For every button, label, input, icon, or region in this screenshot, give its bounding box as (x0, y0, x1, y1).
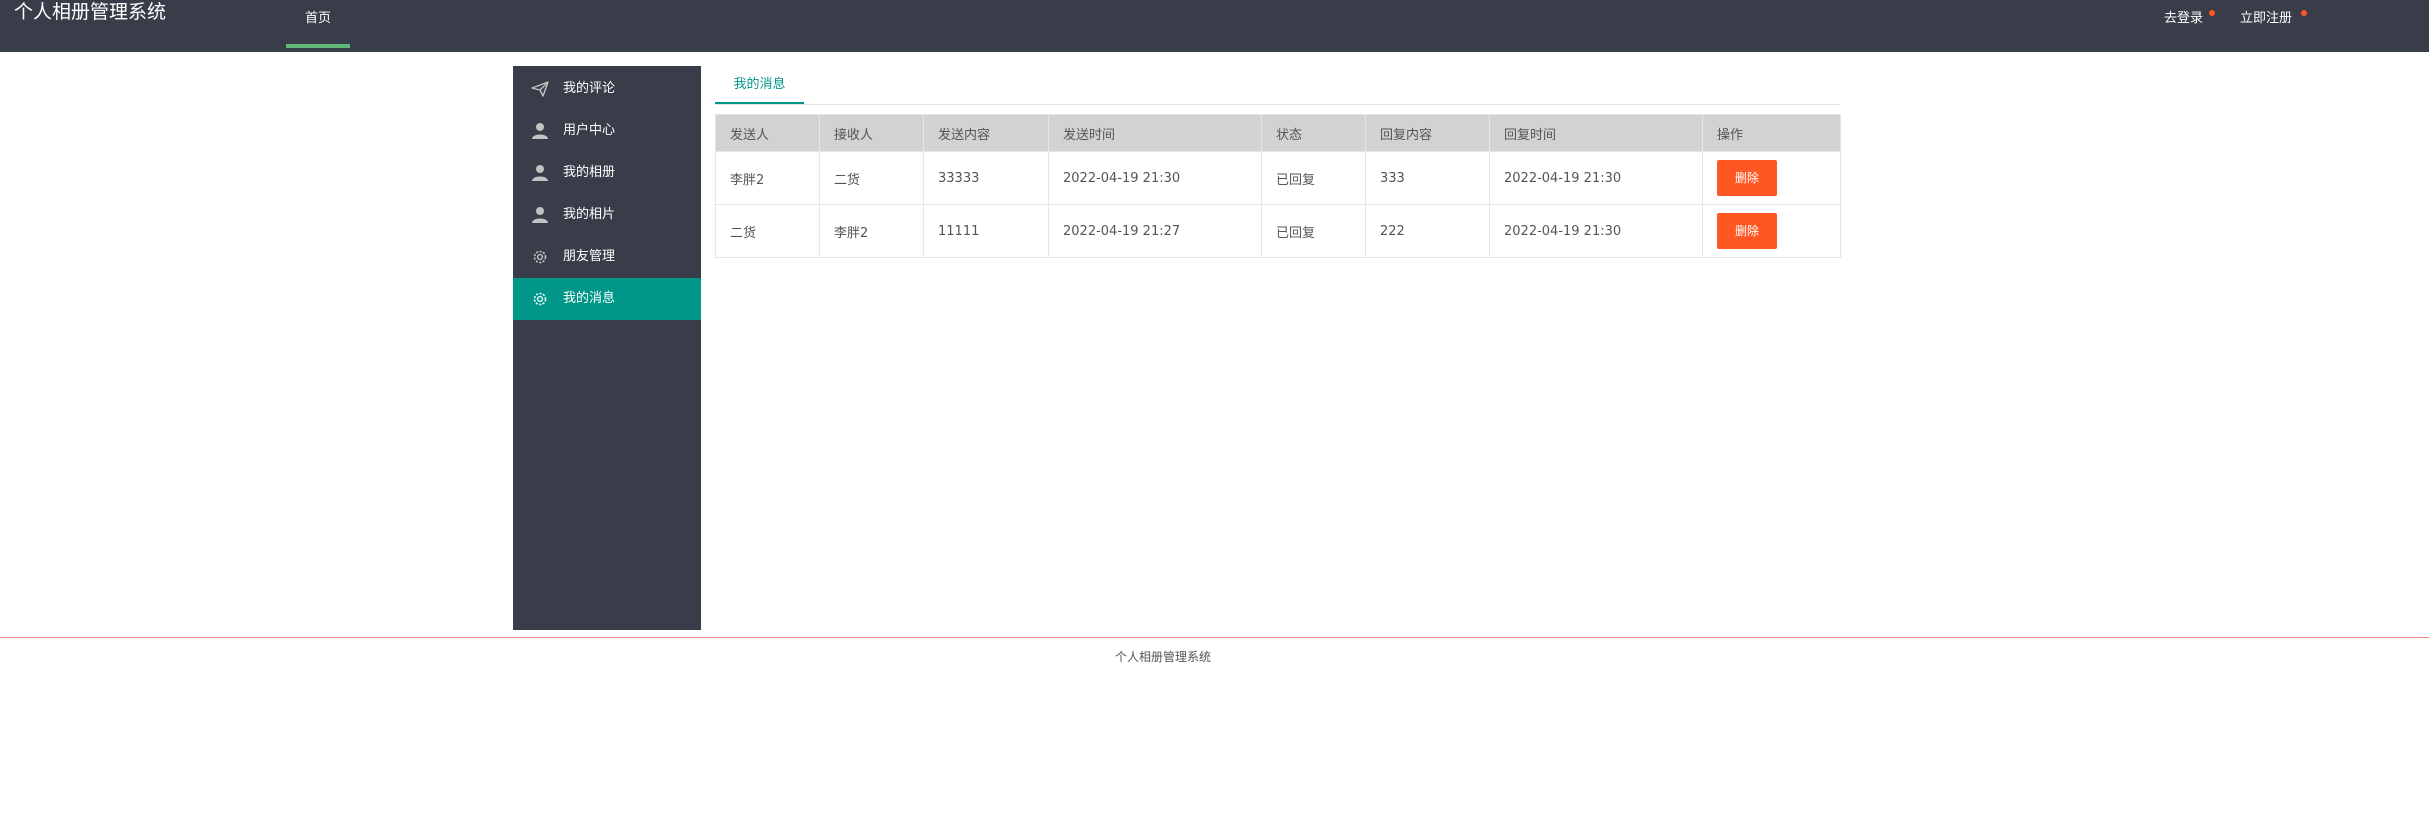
sidebar-item-friend-management[interactable]: 朋友管理 (513, 236, 701, 278)
footer-text: 个人相册管理系统 (1114, 650, 1211, 664)
cell-status: 已回复 (1261, 151, 1366, 205)
cell-reply: 222 (1365, 204, 1490, 258)
cell-action: 删除 (1702, 151, 1841, 205)
nav-active-indicator (286, 44, 350, 48)
cell-reply: 333 (1365, 151, 1490, 205)
cell-send-time: 2022-04-19 21:30 (1048, 151, 1262, 205)
cell-send-time: 2022-04-19 21:27 (1048, 204, 1262, 258)
column-header-reply: 回复内容 (1365, 114, 1490, 152)
cell-sender: 二货 (715, 204, 820, 258)
column-header-status: 状态 (1261, 114, 1366, 152)
user-icon (531, 122, 549, 140)
login-link[interactable]: 去登录 (2164, 0, 2203, 40)
sidebar-item-label: 朋友管理 (563, 249, 616, 264)
sidebar-item-my-photos[interactable]: 我的相片 (513, 194, 701, 236)
table-header-row: 发送人 接收人 发送内容 发送时间 状态 回复内容 回复时间 操作 (715, 114, 1841, 152)
tab-my-messages[interactable]: 我的消息 (715, 66, 804, 104)
gear-icon (531, 290, 549, 308)
sidebar-item-label: 我的相片 (563, 207, 616, 222)
column-header-sender: 发送人 (715, 114, 820, 152)
sidebar-item-my-messages[interactable]: 我的消息 (513, 278, 701, 320)
user-icon (531, 164, 549, 182)
column-header-receiver: 接收人 (819, 114, 924, 152)
sidebar-item-my-albums[interactable]: 我的相册 (513, 152, 701, 194)
column-header-reply-time: 回复时间 (1489, 114, 1703, 152)
messages-table: 发送人 接收人 发送内容 发送时间 状态 回复内容 回复时间 操作 李胖2 二货… (715, 114, 1841, 258)
cell-content: 33333 (923, 151, 1049, 205)
footer-divider (0, 637, 2429, 638)
column-header-action: 操作 (1702, 114, 1841, 152)
sidebar-item-label: 我的消息 (563, 291, 616, 306)
column-header-content: 发送内容 (923, 114, 1049, 152)
tab-active-underline (715, 102, 804, 104)
login-notice-dot (2209, 10, 2215, 16)
cell-receiver: 李胖2 (819, 204, 924, 258)
cell-reply-time: 2022-04-19 21:30 (1489, 204, 1703, 258)
send-icon (531, 80, 549, 98)
delete-button[interactable]: 删除 (1717, 213, 1777, 249)
gear-icon (531, 248, 549, 266)
cell-action: 删除 (1702, 204, 1841, 258)
cell-reply-time: 2022-04-19 21:30 (1489, 151, 1703, 205)
register-notice-dot (2301, 10, 2307, 16)
sidebar-item-my-comments[interactable]: 我的评论 (513, 68, 701, 110)
sidebar-item-label: 用户中心 (563, 123, 616, 138)
cell-content: 11111 (923, 204, 1049, 258)
column-header-send-time: 发送时间 (1048, 114, 1262, 152)
sidebar-item-label: 我的相册 (563, 165, 616, 180)
cell-status: 已回复 (1261, 204, 1366, 258)
sidebar-item-user-center[interactable]: 用户中心 (513, 110, 701, 152)
delete-button[interactable]: 删除 (1717, 160, 1777, 196)
tab-strip: 我的消息 (715, 66, 1840, 105)
table-row: 二货 李胖2 11111 2022-04-19 21:27 已回复 222 20… (715, 204, 1841, 258)
sidebar: 我的评论 用户中心 我的相册 我的相片 朋友管理 我的消息 (513, 66, 701, 630)
table-row: 李胖2 二货 33333 2022-04-19 21:30 已回复 333 20… (715, 151, 1841, 205)
sidebar-item-label: 我的评论 (563, 81, 616, 96)
user-icon (531, 206, 549, 224)
nav-home-link[interactable]: 首页 (286, 0, 350, 48)
cell-receiver: 二货 (819, 151, 924, 205)
app-title: 个人相册管理系统 (14, 1, 167, 23)
register-link[interactable]: 立即注册 (2240, 0, 2292, 40)
cell-sender: 李胖2 (715, 151, 820, 205)
top-navbar: 个人相册管理系统 首页 去登录 立即注册 (0, 0, 2429, 52)
